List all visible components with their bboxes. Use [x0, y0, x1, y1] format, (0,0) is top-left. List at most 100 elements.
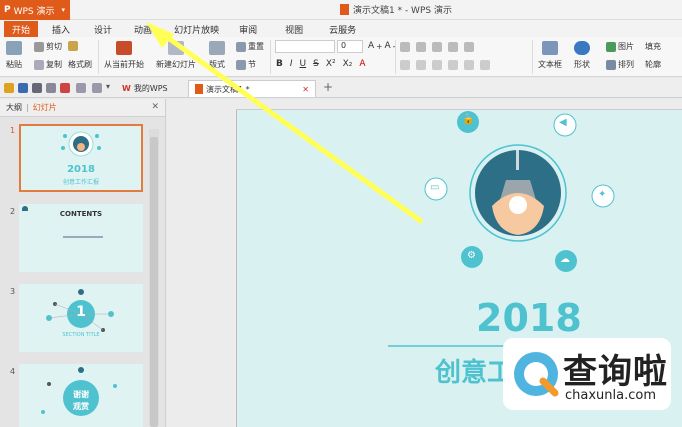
fill-button[interactable]: 填充 [645, 41, 661, 52]
picture-icon [606, 41, 616, 52]
justify-icon[interactable] [448, 60, 458, 70]
tab-view[interactable]: 视图 [277, 21, 311, 37]
redo-icon[interactable] [92, 83, 102, 93]
clipboard-icon [6, 41, 22, 55]
distribute-icon[interactable] [464, 60, 474, 70]
textbox-button[interactable]: 文本框 [538, 41, 562, 70]
format-painter-text: 格式刷 [68, 60, 92, 69]
reset-label: 重置 [248, 42, 264, 51]
ppt-file-icon [340, 4, 349, 15]
align-group[interactable] [400, 60, 490, 70]
slide-thumbnail-4[interactable]: 谢谢 观赏 [19, 364, 143, 427]
slide-subtitle[interactable]: 创意工 [435, 352, 513, 389]
new-tab-button[interactable]: + [323, 80, 333, 94]
tab-cloud[interactable]: 云服务 [321, 21, 364, 37]
slide-thumbnail-3[interactable]: 1 SECTION TITLE [19, 284, 143, 352]
format-painter-button[interactable] [68, 41, 78, 51]
close-icon[interactable]: ✕ [302, 85, 309, 94]
picture-button[interactable]: 图片 [606, 41, 634, 52]
arrange-button[interactable]: 排列 [606, 59, 634, 70]
font-color-button[interactable]: A [359, 59, 365, 69]
align-right-icon[interactable] [432, 60, 442, 70]
outline-button[interactable]: 轮廓 [645, 59, 661, 70]
watermark-cn: 查询啦 [563, 352, 668, 392]
cut-label: 剪切 [46, 42, 62, 51]
numbering-icon[interactable] [416, 42, 426, 52]
divider [98, 40, 99, 74]
thumb-title: CONTENTS [59, 210, 103, 218]
new-slide-button[interactable]: 新建幻灯片 [156, 41, 196, 70]
copy-icon [34, 59, 44, 70]
doc-tab-presentation[interactable]: 演示文稿1 * ✕ [188, 80, 316, 97]
underline-button[interactable]: U [300, 59, 307, 69]
paste-button[interactable]: 粘贴 [6, 41, 22, 70]
slide-thumbnail-2[interactable]: CONTENTS [19, 204, 143, 272]
thumb-title: 谢谢 [73, 390, 89, 399]
slide-year[interactable]: 2018 [476, 296, 582, 340]
ribbon-tabs: 开始 插入 设计 动画 幻灯片放映 审阅 视图 云服务 [0, 20, 682, 37]
align-center-icon[interactable] [416, 60, 426, 70]
save-icon[interactable] [18, 83, 28, 93]
tab-design[interactable]: 设计 [86, 21, 120, 37]
search-icon [514, 352, 559, 397]
format-painter-label[interactable]: 格式刷 [68, 59, 92, 70]
tab-insert[interactable]: 插入 [44, 21, 78, 37]
copy-button[interactable]: 复制 [34, 59, 62, 70]
tab-outline[interactable]: 大纲 [6, 102, 22, 113]
undo-icon[interactable] [76, 83, 86, 93]
shape-button[interactable]: 形状 [574, 41, 590, 70]
print-icon[interactable] [32, 83, 42, 93]
from-current-button[interactable]: 从当前开始 [104, 41, 144, 70]
slide-thumbnail-1[interactable]: 2018 创意工作汇报 [19, 124, 143, 192]
tab-slides[interactable]: 幻灯片 [33, 102, 57, 113]
font-style-buttons[interactable]: B I U S X² X₂ A [276, 59, 366, 69]
bird-icon: ✦ [598, 189, 607, 200]
layout-button[interactable]: 版式 [209, 41, 225, 70]
subscript-button[interactable]: X₂ [343, 59, 353, 69]
outline-label: 轮廓 [645, 60, 661, 69]
superscript-button[interactable]: X² [326, 59, 336, 69]
pdf-icon[interactable] [60, 83, 70, 93]
tab-animation[interactable]: 动画 [126, 21, 160, 37]
line-spacing-icon[interactable] [464, 42, 474, 52]
tab-slideshow[interactable]: 幻灯片放映 [166, 21, 227, 37]
bold-button[interactable]: B [276, 59, 283, 69]
quick-access-bar: ▾ W 我的WPS 演示文稿1 * ✕ + [0, 78, 682, 98]
section-button[interactable]: 节 [236, 59, 256, 70]
indent-icon[interactable] [432, 42, 442, 52]
thumbnail-scrollbar[interactable] [149, 129, 159, 427]
font-grow-buttons[interactable]: A + A- [368, 41, 395, 51]
scrollbar-thumb[interactable] [150, 137, 158, 427]
section-label: 节 [248, 60, 256, 69]
text-direction-icon[interactable] [480, 60, 490, 70]
preview-icon[interactable] [46, 83, 56, 93]
bullets-icon[interactable] [400, 42, 410, 52]
thumb-number: 2 [10, 207, 16, 216]
close-icon[interactable]: ✕ [151, 102, 159, 112]
fill-label: 填充 [645, 42, 661, 51]
font-size-field[interactable]: 0 [337, 40, 363, 53]
tab-home[interactable]: 开始 [4, 21, 39, 37]
tab-review[interactable]: 审阅 [231, 21, 265, 37]
thumb-line [63, 236, 103, 238]
cut-button[interactable]: 剪切 [34, 41, 62, 52]
shape-icon [574, 41, 590, 55]
outdent-icon[interactable] [448, 42, 458, 52]
wps-logo-icon: P [4, 5, 11, 15]
cloud-icon: ☁ [560, 254, 570, 265]
thumb-number: 3 [10, 287, 16, 296]
doc-tab-mywps[interactable]: W 我的WPS [116, 80, 174, 97]
qa-dropdown-icon[interactable]: ▾ [106, 82, 116, 92]
italic-button[interactable]: I [290, 59, 293, 69]
ppt-file-icon [195, 84, 203, 94]
copy-label: 复制 [46, 60, 62, 69]
strike-button[interactable]: S [313, 59, 319, 69]
open-icon[interactable] [4, 83, 14, 93]
arrange-label: 排列 [618, 60, 634, 69]
align-left-icon[interactable] [400, 60, 410, 70]
reset-button[interactable]: 重置 [236, 41, 264, 52]
font-name-field[interactable] [275, 40, 335, 53]
app-menu-button[interactable]: P WPS 演示 ▾ [0, 0, 70, 20]
divider [395, 40, 396, 74]
paragraph-group[interactable] [400, 42, 474, 52]
